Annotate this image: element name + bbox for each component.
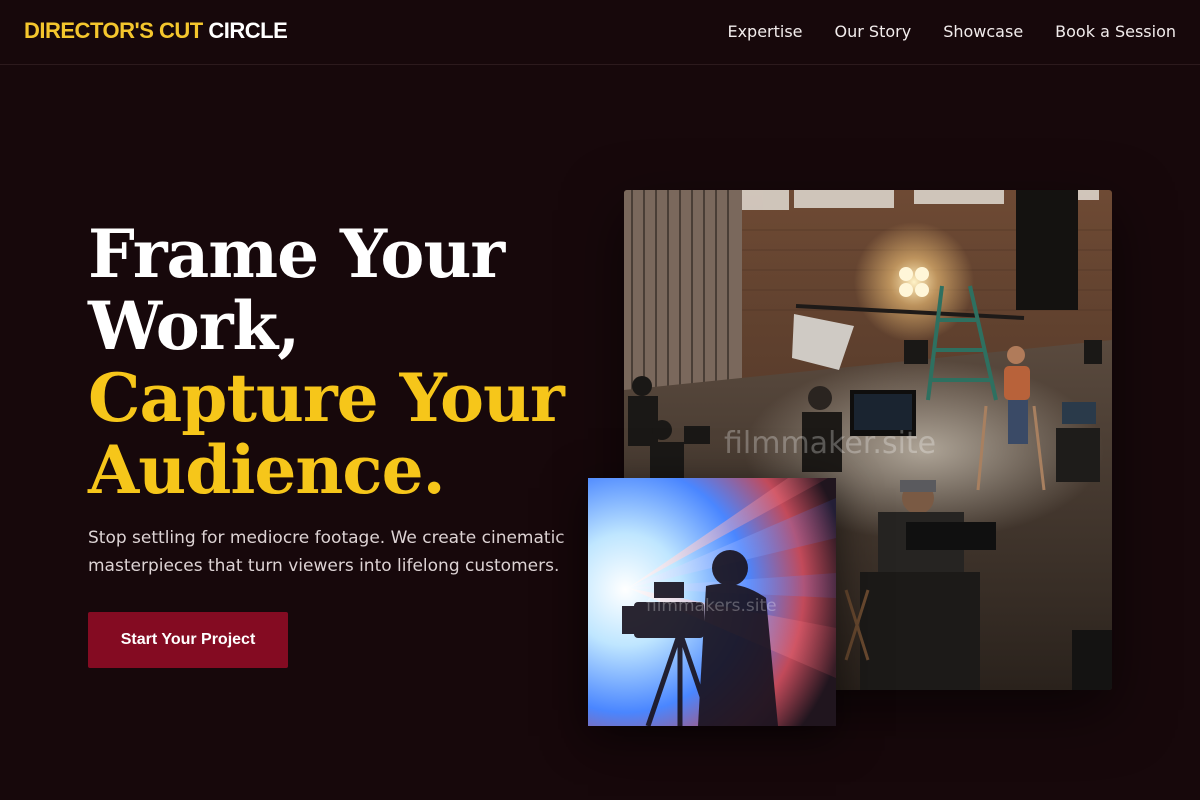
hero-subtext: Stop settling for mediocre footage. We c…	[88, 528, 565, 576]
hero-headline: Frame Your Work, Capture Your Audience.	[88, 218, 608, 506]
brand-logo[interactable]: DIRECTOR'S CUT CIRCLE	[24, 18, 288, 44]
brand-logo-plain: CIRCLE	[208, 18, 288, 43]
headline-line-4: Audience.	[88, 431, 446, 509]
brand-logo-accent: DIRECTOR'S CUT	[24, 18, 203, 43]
headline-line-1: Frame Your	[88, 215, 505, 293]
camera-silhouette-photo: filmmakers.site	[588, 478, 836, 726]
start-project-button[interactable]: Start Your Project	[88, 612, 288, 668]
nav-item-showcase[interactable]: Showcase	[943, 22, 1023, 41]
small-photo-watermark: filmmakers.site	[646, 596, 777, 616]
headline-line-2: Work,	[88, 287, 300, 365]
site-header: DIRECTOR'S CUT CIRCLE Expertise Our Stor…	[0, 0, 1200, 65]
main-photo-watermark: filmmaker.site	[724, 426, 937, 461]
nav-item-book-a-session[interactable]: Book a Session	[1055, 22, 1176, 41]
nav-item-expertise[interactable]: Expertise	[727, 22, 802, 41]
headline-line-3: Capture Your	[88, 359, 565, 437]
main-nav: Expertise Our Story Showcase Book a Sess…	[727, 22, 1176, 41]
nav-item-our-story[interactable]: Our Story	[835, 22, 912, 41]
